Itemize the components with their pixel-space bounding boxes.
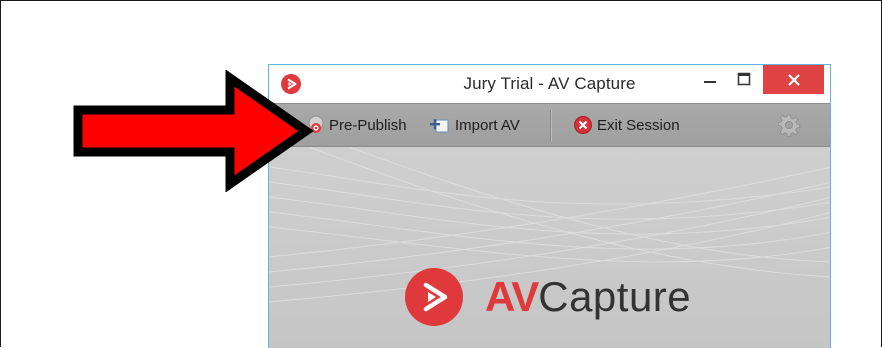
red-arrow-icon [73,70,314,192]
import-icon [429,115,451,135]
av-capture-window: Jury Trial - AV Capture Pre-Publish Impo… [268,64,831,348]
title-bar[interactable]: Jury Trial - AV Capture [269,65,830,103]
import-av-label: Import AV [455,116,520,134]
close-icon [787,73,800,86]
exit-x-icon [573,115,593,135]
maximize-button[interactable] [728,65,760,93]
import-av-button[interactable]: Import AV [429,104,520,146]
close-button[interactable] [763,65,824,94]
minimize-button[interactable] [694,65,726,93]
pre-publish-label: Pre-Publish [329,116,407,134]
av-capture-brand: AV Capture [405,265,691,329]
gear-icon [777,114,801,138]
toolbar: Pre-Publish Import AV Exit Session [269,103,830,147]
av-capture-brand-logo-icon [405,268,463,326]
maximize-icon [737,72,751,86]
toolbar-divider [550,110,551,142]
exit-session-label: Exit Session [597,116,680,134]
minimize-icon [704,81,716,83]
splash-area: AV Capture [269,147,830,348]
brand-av-text: AV [485,273,539,320]
exit-session-button[interactable]: Exit Session [573,104,680,146]
settings-button[interactable] [777,113,801,138]
brand-capture-text: Capture [538,273,692,320]
